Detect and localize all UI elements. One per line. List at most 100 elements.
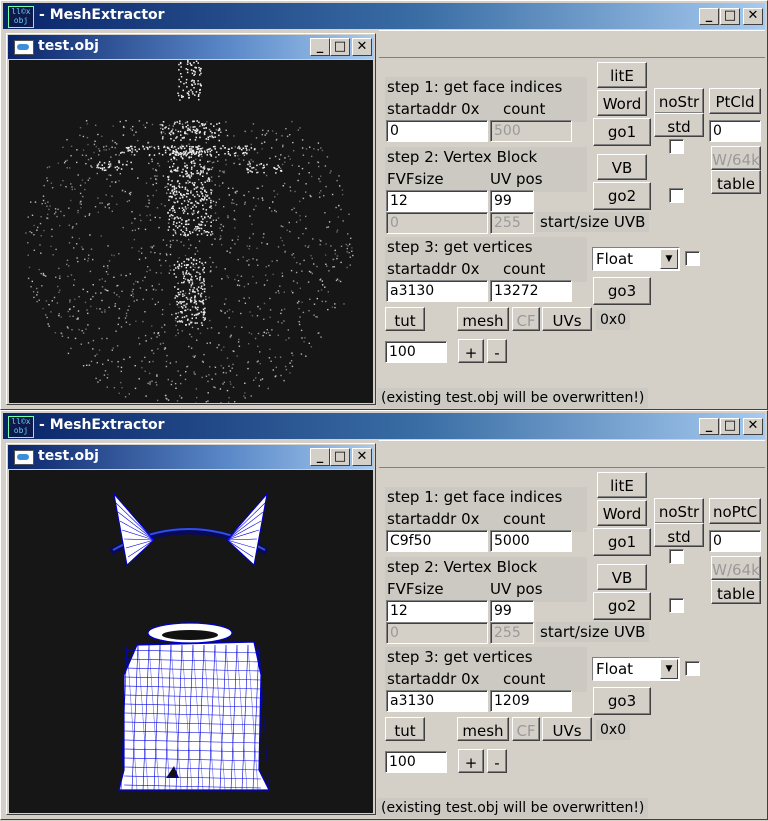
vb-button[interactable]: VB [597,154,647,180]
step3-startaddr-label: startaddr 0x [387,260,480,278]
panel-header-strip [379,440,765,468]
vertex-count-field[interactable]: 13272 [490,280,572,302]
app-icon: ll©x obj [8,416,34,438]
go2-button[interactable]: go2 [593,182,651,210]
child-minimize-button[interactable]: _ [310,448,330,466]
nostr-button[interactable]: noStr [654,498,704,524]
uvb-start-field[interactable]: 0 [386,212,488,234]
uvs-button[interactable]: UVs [542,307,592,331]
std-button[interactable]: std [654,113,704,137]
child-maximize-button[interactable]: □ [330,448,350,466]
type-checkbox[interactable] [685,251,700,266]
mesh-button[interactable]: mesh [457,307,509,331]
close-button[interactable]: ✕ [743,418,763,435]
child-title: test.obj [38,448,99,464]
table-button[interactable]: table [711,580,761,604]
plus-button[interactable]: + [458,749,484,773]
step2-heading: step 2: Vertex Block [387,558,538,576]
vertex-startaddr-field[interactable]: a3130 [386,690,488,712]
w64k-button[interactable]: W/64k [711,146,761,170]
fvf-label: FVFsize [387,170,444,188]
vertex-count-field[interactable]: 1209 [490,690,572,712]
scale-field[interactable]: 100 [385,751,447,773]
close-button[interactable]: ✕ [743,8,763,25]
face-count-field[interactable]: 500 [490,120,572,142]
dims-readout: 0x0 [596,720,631,740]
std-button[interactable]: std [654,523,704,547]
pointcloud-button[interactable]: PtCld [709,88,761,114]
face-startaddr-field[interactable]: 0 [386,120,488,142]
minus-button[interactable]: - [487,339,507,363]
titlebar[interactable]: ll©x obj - MeshExtractor _ □ ✕ [3,3,765,29]
window-title: - MeshExtractor [39,7,165,23]
step3-count-label: count [503,670,546,688]
uv-pos-field[interactable]: 99 [490,190,534,212]
window-title: - MeshExtractor [39,417,165,433]
lite-button[interactable]: litE [597,472,647,498]
vb-button[interactable]: VB [597,564,647,590]
pointcloud-value-field[interactable]: 0 [709,530,761,552]
chevron-down-icon[interactable]: ▼ [660,249,678,269]
uvb-size-field[interactable]: 255 [490,622,534,644]
cf-button[interactable]: CF [512,307,540,331]
lite-button[interactable]: litE [597,62,647,88]
uvb-size-field[interactable]: 255 [490,212,534,234]
type-select[interactable]: Float ▼ [592,657,680,681]
dims-readout: 0x0 [596,310,631,330]
vertex-startaddr-field[interactable]: a3130 [386,280,488,302]
mesh-viewport[interactable] [9,470,373,813]
fvf-size-field[interactable]: 12 [386,600,488,622]
go3-button[interactable]: go3 [593,277,651,305]
child-close-button[interactable]: ✕ [352,38,372,56]
scale-field[interactable]: 100 [385,341,447,363]
go1-button[interactable]: go1 [593,528,651,556]
face-count-field[interactable]: 5000 [490,530,572,552]
go2-checkbox[interactable] [669,598,684,613]
tut-button[interactable]: tut [385,717,425,741]
word-button[interactable]: Word [597,500,647,526]
minus-button[interactable]: - [487,749,507,773]
std-checkbox[interactable] [669,139,684,154]
face-startaddr-field[interactable]: C9f50 [386,530,488,552]
point-cloud-viewport[interactable] [9,60,373,403]
pointcloud-value-field[interactable]: 0 [709,120,761,142]
word-button[interactable]: Word [597,90,647,116]
status-message: (existing test.obj will be overwritten!) [377,798,649,818]
go2-checkbox[interactable] [669,188,684,203]
go2-button[interactable]: go2 [593,592,651,620]
child-title: test.obj [38,38,99,54]
wireframe-mesh-render [109,492,270,791]
go3-button[interactable]: go3 [593,687,651,715]
tut-button[interactable]: tut [385,307,425,331]
minimize-button[interactable]: _ [699,8,719,25]
child-titlebar[interactable]: test.obj _ □ ✕ [8,445,374,469]
titlebar[interactable]: ll©x obj - MeshExtractor _ □ ✕ [3,413,765,439]
type-checkbox[interactable] [685,661,700,676]
maximize-button[interactable]: □ [720,418,740,435]
step1-startaddr-label: startaddr 0x [387,510,480,528]
uvb-label: start/size UVB [536,212,650,232]
uv-pos-field[interactable]: 99 [490,600,534,622]
go1-button[interactable]: go1 [593,118,651,146]
uvs-button[interactable]: UVs [542,717,592,741]
child-titlebar[interactable]: test.obj _ □ ✕ [8,35,374,59]
pointcloud-button[interactable]: noPtC [709,498,761,524]
chevron-down-icon[interactable]: ▼ [660,659,678,679]
child-maximize-button[interactable]: □ [330,38,350,56]
std-checkbox[interactable] [669,549,684,564]
w64k-button[interactable]: W/64k [711,556,761,580]
fvf-size-field[interactable]: 12 [386,190,488,212]
uvb-start-field[interactable]: 0 [386,622,488,644]
table-button[interactable]: table [711,170,761,194]
plus-button[interactable]: + [458,339,484,363]
type-select[interactable]: Float ▼ [592,247,680,271]
nostr-button[interactable]: noStr [654,88,704,114]
step1-startaddr-label: startaddr 0x [387,100,480,118]
cf-button[interactable]: CF [512,717,540,741]
child-minimize-button[interactable]: _ [310,38,330,56]
child-close-button[interactable]: ✕ [352,448,372,466]
minimize-button[interactable]: _ [699,418,719,435]
maximize-button[interactable]: □ [720,8,740,25]
uvpos-label: UV pos [490,170,543,188]
mesh-button[interactable]: mesh [457,717,509,741]
